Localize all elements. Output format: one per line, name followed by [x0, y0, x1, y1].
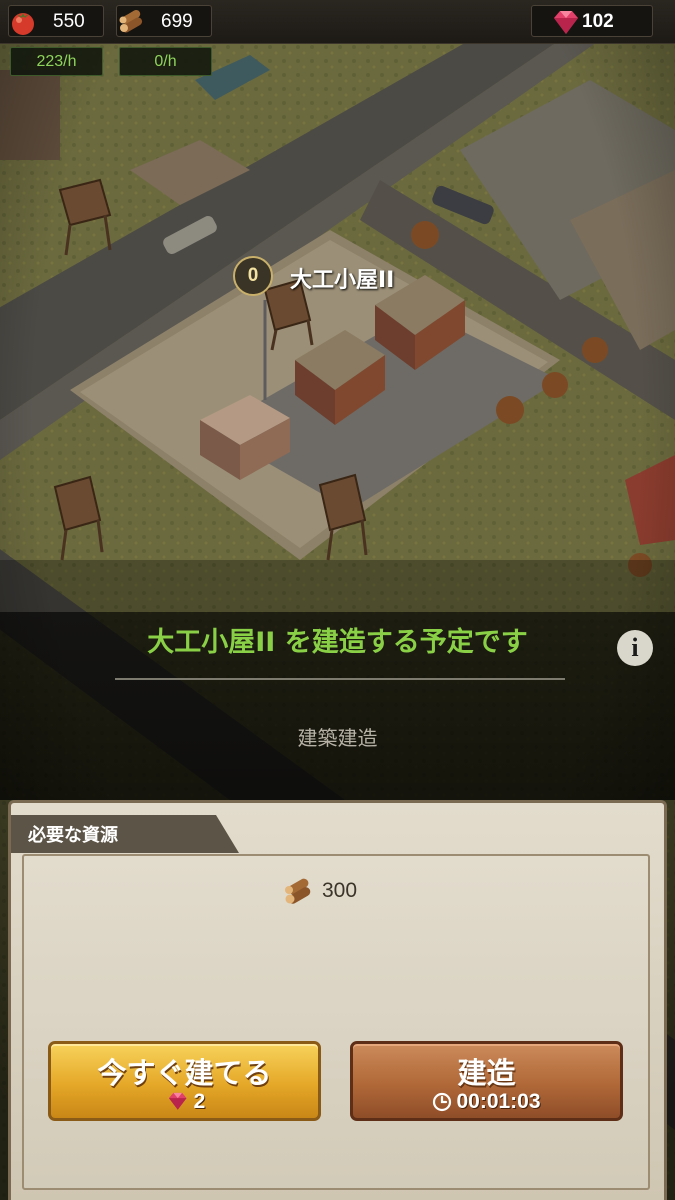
clock-icon [433, 1092, 452, 1112]
build-subtitle: 建築建造 [297, 726, 378, 750]
tomato-icon [12, 13, 34, 35]
wood-logs-icon [285, 878, 311, 904]
build-label: 建造 [457, 1056, 516, 1090]
required-wood-amount: 300 [322, 879, 358, 902]
food-rate: 223/h [10, 47, 103, 76]
wood-value: 699 [161, 11, 193, 32]
building-level-badge: 0 [233, 256, 273, 296]
ruby-gem-icon [168, 1092, 187, 1110]
gems-value: 102 [582, 11, 614, 32]
title-divider [115, 678, 565, 680]
build-plan-title: 大工小屋II を建造する予定です [147, 627, 528, 658]
requirements-heading: 必要な資源 [28, 825, 118, 846]
wood-counter[interactable]: 699 [116, 5, 212, 37]
build-time-value: 00:01:03 [456, 1090, 541, 1113]
food-counter[interactable]: 550 [8, 5, 104, 37]
build-now-cost: 2 [51, 1090, 318, 1114]
building-name-label: 大工小屋II [290, 268, 395, 293]
resource-bar: 550 699 102 [0, 0, 675, 44]
build-now-label: 今すぐ建てる [97, 1056, 272, 1090]
gems-counter[interactable]: 102 [531, 5, 653, 37]
requirements-list [22, 854, 650, 1190]
build-now-button[interactable]: 今すぐ建てる 2 [48, 1041, 321, 1121]
build-time: 00:01:03 [353, 1090, 620, 1114]
ruby-gem-icon [554, 11, 578, 34]
wood-logs-icon [119, 10, 143, 33]
food-value: 550 [53, 11, 85, 32]
wood-rate: 0/h [119, 47, 212, 76]
info-icon[interactable]: i [617, 630, 653, 666]
build-button[interactable]: 建造 00:01:03 [350, 1041, 623, 1121]
build-now-cost-value: 2 [193, 1090, 206, 1113]
